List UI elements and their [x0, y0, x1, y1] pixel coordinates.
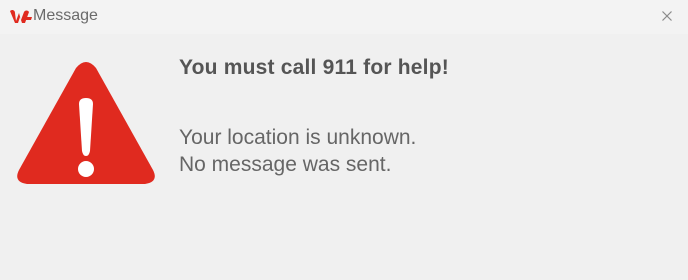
- app-logo-icon: [10, 9, 32, 23]
- warning-icon: [17, 62, 155, 184]
- dialog-body: You must call 911 for help! Your locatio…: [0, 34, 688, 280]
- close-icon[interactable]: [656, 5, 678, 27]
- message-line: No message was sent.: [179, 153, 392, 176]
- title-bar[interactable]: Message: [0, 0, 688, 34]
- message-line: Your location is unknown.: [179, 126, 417, 149]
- message-dialog: Message You must call 911 for help! Your…: [0, 0, 688, 280]
- window-title: Message: [33, 7, 98, 24]
- dialog-headline: You must call 911 for help!: [179, 56, 449, 79]
